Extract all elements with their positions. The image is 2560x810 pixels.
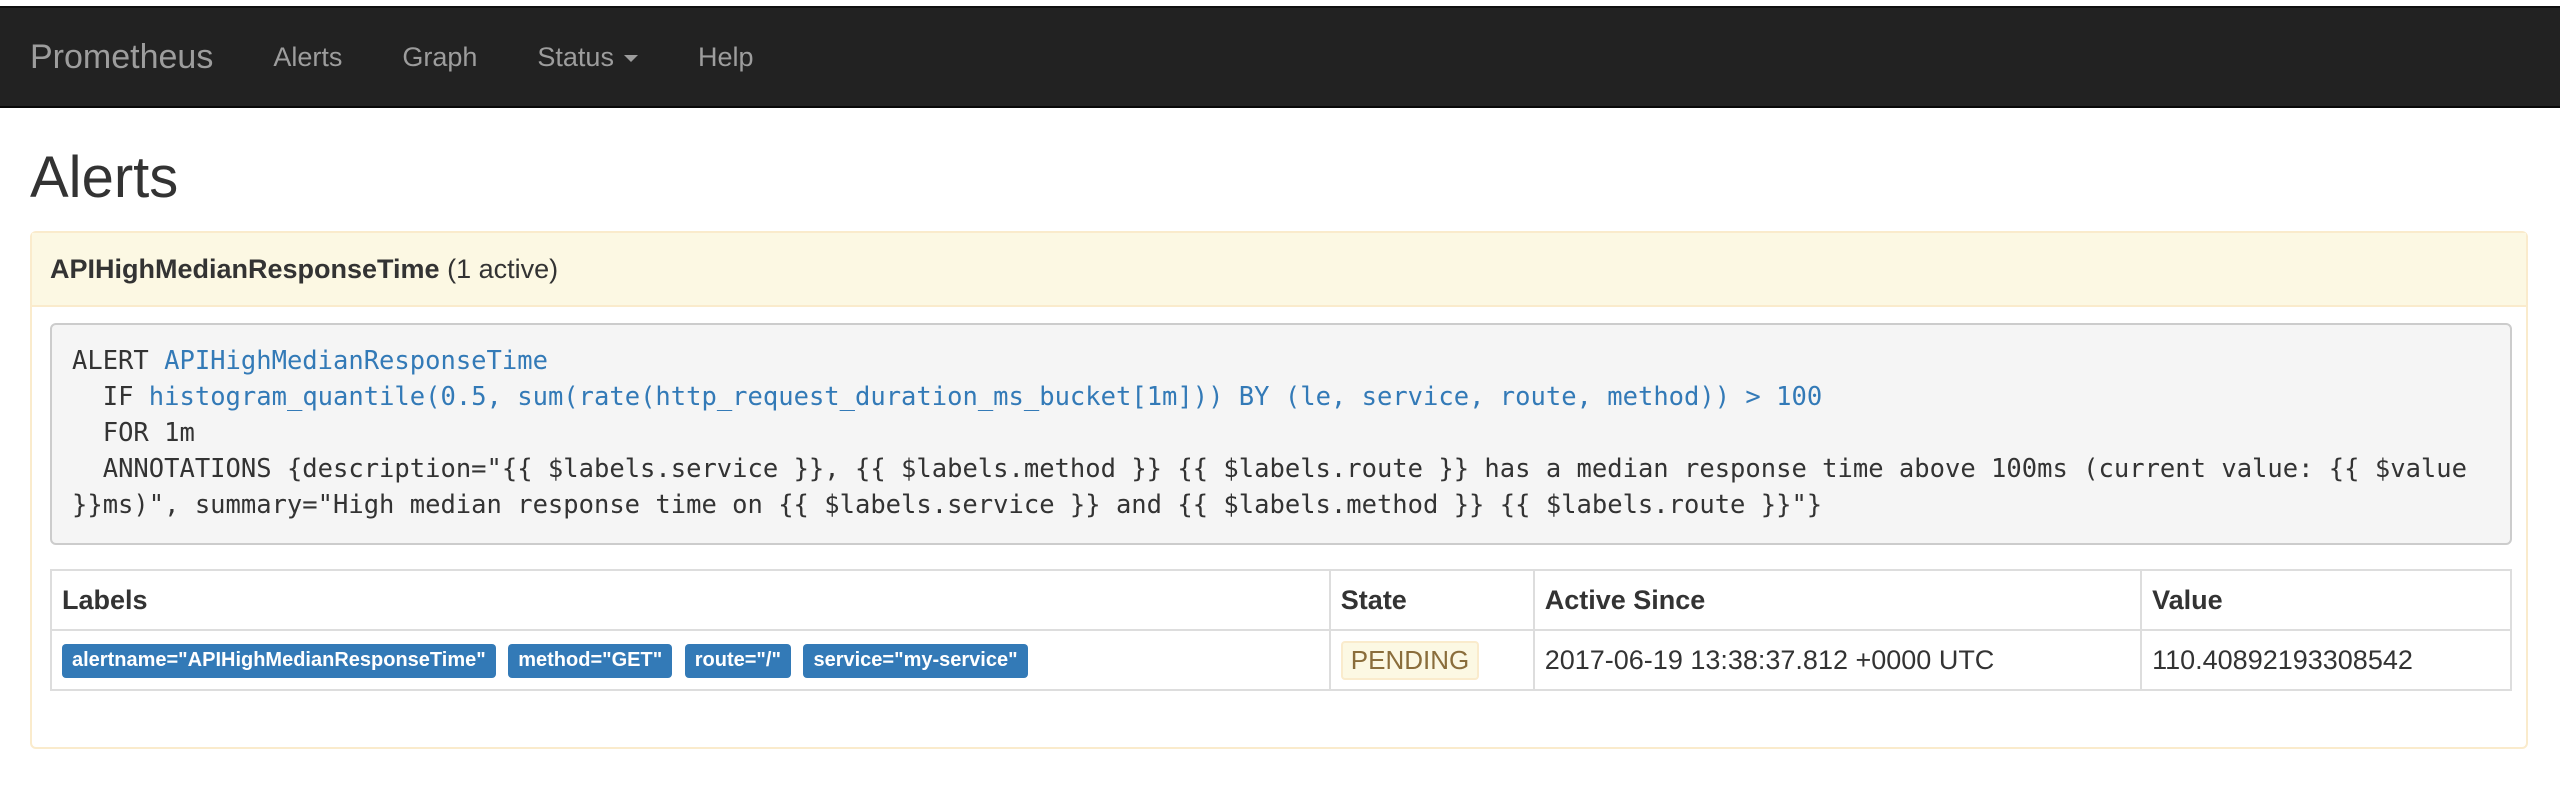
state-cell: PENDING bbox=[1328, 629, 1535, 691]
brand-link[interactable]: Prometheus bbox=[30, 38, 213, 77]
label-badge-method[interactable]: method="GET" bbox=[508, 644, 673, 678]
label-badge-alertname[interactable]: alertname="APIHighMedianResponseTime" bbox=[62, 644, 496, 678]
label-badge-route[interactable]: route="/" bbox=[684, 644, 791, 678]
table-row: alertname="APIHighMedianResponseTime" me… bbox=[50, 629, 2512, 691]
rule-alert-name-link[interactable]: APIHighMedianResponseTime bbox=[164, 346, 548, 376]
alert-active-count: (1 active) bbox=[447, 253, 559, 284]
header-state: State bbox=[1328, 569, 1535, 631]
nav-help[interactable]: Help bbox=[668, 42, 784, 73]
nav-status-dropdown[interactable]: Status bbox=[507, 42, 668, 73]
alert-panel-heading[interactable]: APIHighMedianResponseTime (1 active) bbox=[32, 233, 2526, 307]
label-badge-service[interactable]: service="my-service" bbox=[803, 644, 1028, 678]
header-active-since: Active Since bbox=[1532, 569, 2143, 631]
alert-panel: APIHighMedianResponseTime (1 active) ALE… bbox=[30, 231, 2528, 749]
header-labels: Labels bbox=[50, 569, 1331, 631]
nav-graph[interactable]: Graph bbox=[372, 42, 507, 73]
header-value: Value bbox=[2140, 569, 2512, 631]
active-since-cell: 2017-06-19 13:38:37.812 +0000 UTC bbox=[1532, 629, 2143, 691]
nav-status-label: Status bbox=[537, 41, 614, 72]
state-badge: PENDING bbox=[1340, 640, 1480, 680]
labels-cell: alertname="APIHighMedianResponseTime" me… bbox=[50, 629, 1331, 691]
caret-down-icon bbox=[623, 55, 638, 62]
alert-name: APIHighMedianResponseTime bbox=[50, 253, 440, 284]
table-header-row: Labels State Active Since Value bbox=[50, 569, 2512, 631]
value-cell: 110.40892193308542 bbox=[2140, 629, 2512, 691]
rule-for-line: FOR 1m bbox=[102, 418, 195, 448]
rule-if-keyword: IF bbox=[102, 382, 134, 412]
nav-alerts[interactable]: Alerts bbox=[243, 42, 372, 73]
alert-rule-definition: ALERT APIHighMedianResponseTime IF histo… bbox=[50, 323, 2512, 545]
rule-expression-link[interactable]: histogram_quantile(0.5, sum(rate(http_re… bbox=[149, 382, 1822, 412]
alert-panel-body: ALERT APIHighMedianResponseTime IF histo… bbox=[32, 307, 2526, 707]
active-alerts-table: Labels State Active Since Value alertnam… bbox=[50, 569, 2512, 691]
navbar: Prometheus Alerts Graph Status Help bbox=[0, 6, 2560, 108]
rule-alert-keyword: ALERT bbox=[72, 346, 149, 376]
page-content: Alerts APIHighMedianResponseTime (1 acti… bbox=[0, 144, 2560, 749]
page-title: Alerts bbox=[30, 145, 179, 210]
rule-annotations: ANNOTATIONS {description="{{ $labels.ser… bbox=[72, 454, 2483, 520]
